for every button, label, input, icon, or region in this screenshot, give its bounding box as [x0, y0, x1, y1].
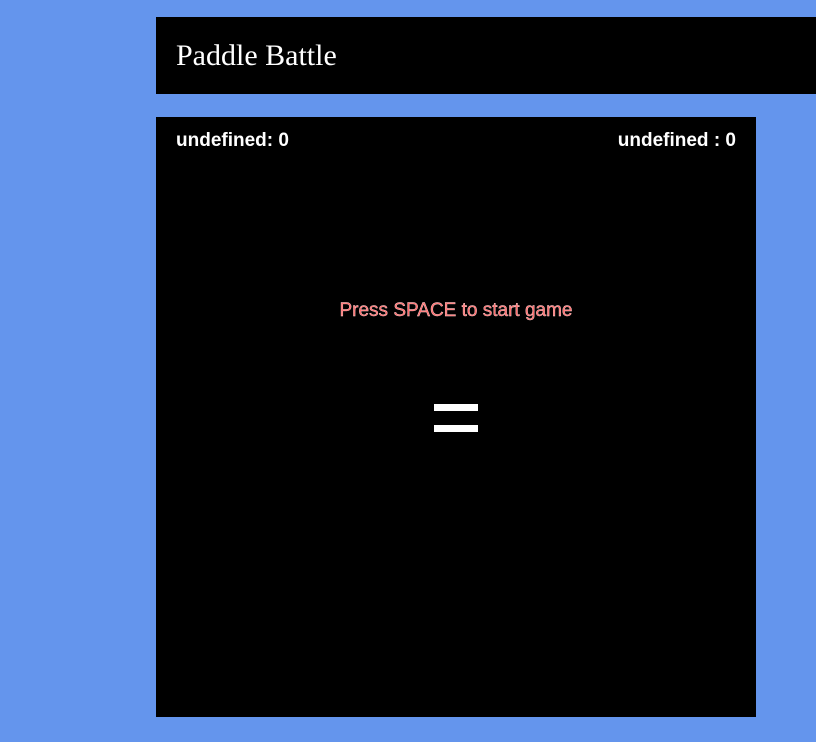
start-message: Press SPACE to start game	[339, 300, 573, 321]
right-paddle	[434, 425, 478, 432]
left-player-score: undefined: 0	[176, 130, 289, 151]
right-player-score: undefined : 0	[617, 130, 736, 151]
left-paddle	[434, 404, 478, 411]
page-title: Paddle Battle	[176, 39, 337, 72]
paddles	[434, 402, 478, 434]
game-board[interactable]: undefined: 0 undefined : 0 Press SPACE t…	[156, 117, 756, 717]
page-header: Paddle Battle	[156, 17, 816, 94]
